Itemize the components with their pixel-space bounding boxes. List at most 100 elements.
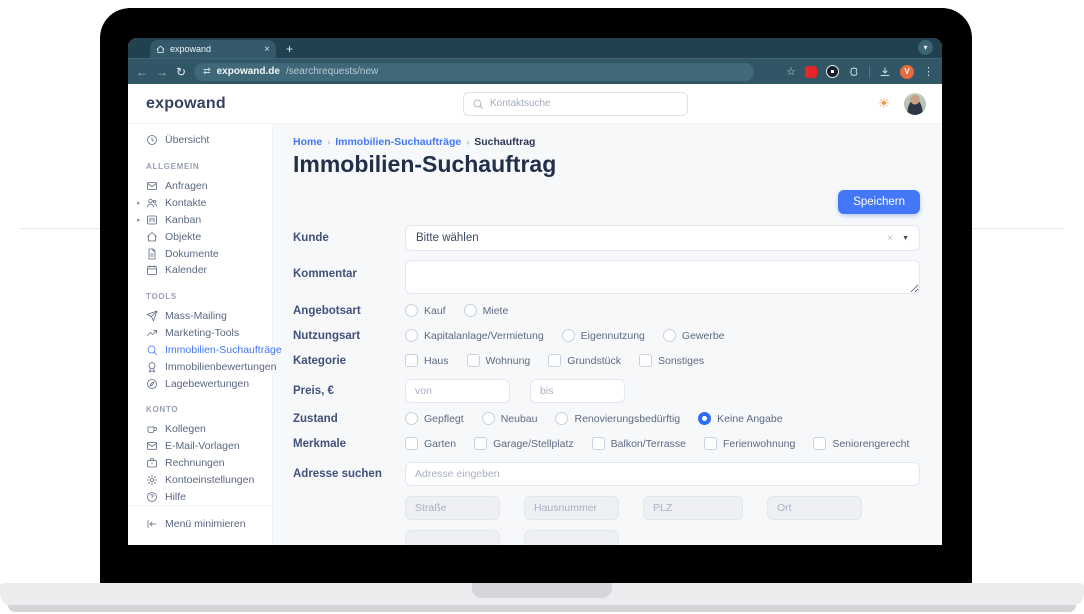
sidebar-item-uebersicht[interactable]: Übersicht (128, 132, 272, 149)
sidebar-item-kanban[interactable]: ▸ Kanban (128, 211, 272, 228)
radio-icon[interactable] (555, 412, 569, 425)
radio-option-kapitalanlage[interactable]: Kapitalanlage/Vermietung (405, 329, 544, 342)
sidebar-item-email-vorlagen[interactable]: E-Mail-Vorlagen (128, 438, 272, 455)
checkbox-option-wohnung[interactable]: Wohnung (466, 354, 530, 367)
save-button[interactable]: Speichern (838, 190, 920, 214)
collapse-left-icon (147, 520, 157, 528)
expowand-logo[interactable]: expowand (146, 95, 226, 113)
theme-toggle-sun-icon[interactable]: ☀ (877, 95, 890, 112)
window-chevron-button[interactable]: ▾ (918, 40, 933, 55)
adresse-input[interactable] (405, 462, 920, 486)
radio-icon[interactable] (405, 329, 418, 342)
bookmark-star-icon[interactable]: ☆ (786, 65, 796, 78)
field-label: Preis, € (293, 385, 334, 397)
tracking-protection-icon[interactable]: ⇄ (203, 66, 211, 77)
radio-option-renovierungsbeduerftig[interactable]: Renovierungsbedürftig (555, 412, 680, 425)
breadcrumb-separator: › (466, 137, 470, 147)
sidebar-item-marketing-tools[interactable]: Marketing-Tools (128, 325, 272, 342)
sidebar-item-kollegen[interactable]: Kollegen (128, 421, 272, 438)
checkbox-option-seniorengerecht[interactable]: Seniorengerecht (813, 437, 909, 450)
tab-close-icon[interactable]: × (264, 44, 270, 55)
radio-option-neubau[interactable]: Neubau (481, 412, 537, 425)
collapse-menu-button[interactable]: Menü minimieren (128, 515, 272, 533)
sidebar-item-kalender[interactable]: Kalender (128, 262, 272, 279)
sidebar-item-objekte[interactable]: Objekte (128, 228, 272, 245)
url-bar[interactable]: ⇄ expowand.de/searchrequests/new (194, 62, 755, 81)
preis-bis-input[interactable] (530, 379, 625, 403)
search-request-form: Kunde Bitte wählen × ▼ Kommentar Angebot… (293, 225, 920, 545)
radio-option-miete[interactable]: Miete (463, 304, 508, 317)
radio-icon[interactable] (662, 329, 676, 342)
radio-icon[interactable] (561, 329, 575, 342)
sidebar-item-rechnungen[interactable]: Rechnungen (128, 455, 272, 472)
forward-button[interactable]: → (156, 66, 168, 78)
checkbox-icon[interactable] (638, 354, 652, 367)
breadcrumb-parent-link[interactable]: Immobilien-Suchaufträge (335, 136, 461, 148)
chevron-down-icon[interactable]: ▼ (902, 235, 909, 242)
checkbox-option-balkon[interactable]: Balkon/Terrasse (591, 437, 686, 450)
extensions-puzzle-icon[interactable] (848, 66, 860, 78)
radio-icon[interactable] (405, 304, 418, 317)
browser-tab[interactable]: expowand × (150, 40, 276, 58)
contact-search[interactable] (463, 91, 688, 116)
sidebar-item-immobilien-suchauftraege[interactable]: Immobilien-Suchaufträge (128, 341, 282, 358)
expand-caret-icon[interactable]: ▸ (137, 199, 141, 207)
radio-option-keine-angabe[interactable]: Keine Angabe (698, 412, 783, 425)
pdf-extension-icon[interactable] (805, 65, 817, 78)
checkbox-icon[interactable] (466, 354, 480, 367)
checkbox-option-haus[interactable]: Haus (405, 354, 449, 367)
browser-menu-icon[interactable]: ⋮ (923, 65, 934, 78)
radio-option-eigennutzung[interactable]: Eigennutzung (561, 329, 645, 342)
checkbox-option-garten[interactable]: Garten (405, 437, 456, 450)
checkbox-icon[interactable] (703, 437, 717, 450)
browser-profile-avatar[interactable]: V (900, 64, 914, 79)
sidebar-footer: Menü minimieren (128, 505, 272, 545)
breadcrumb-home-link[interactable]: Home (293, 136, 322, 148)
sidebar-item-immobilienbewertungen[interactable]: Immobilienbewertungen (128, 358, 276, 375)
radio-icon[interactable] (481, 412, 495, 425)
kunde-select[interactable]: Bitte wählen × ▼ (405, 225, 920, 251)
sidebar-item-lagebewertungen[interactable]: Lagebewertungen (128, 375, 272, 392)
back-button[interactable]: ← (136, 66, 148, 78)
user-avatar[interactable] (904, 92, 926, 115)
radio-option-gepflegt[interactable]: Gepflegt (405, 412, 464, 425)
kanban-board-icon (147, 215, 157, 225)
sidebar-item-hilfe[interactable]: Hilfe (128, 488, 272, 505)
checkbox-icon[interactable] (591, 437, 605, 450)
sidebar-item-label: Objekte (165, 230, 202, 243)
contact-search-input[interactable] (490, 98, 679, 109)
clear-icon[interactable]: × (887, 233, 893, 244)
calendar-icon (147, 265, 157, 276)
form-row-adresse: Adresse suchen (293, 462, 920, 486)
radio-checked-icon[interactable] (698, 412, 712, 425)
reload-button[interactable]: ↻ (176, 66, 186, 78)
sidebar-item-mass-mailing[interactable]: Mass-Mailing (128, 308, 272, 325)
checkbox-option-ferienwohnung[interactable]: Ferienwohnung (703, 437, 795, 450)
checkbox-option-garage[interactable]: Garage/Stellplatz (474, 437, 574, 450)
radio-option-gewerbe[interactable]: Gewerbe (662, 329, 725, 342)
checkbox-icon[interactable] (548, 354, 562, 367)
sidebar: Übersicht ALLGEMEIN Anfragen ▸ Kontakte … (128, 124, 282, 545)
preis-von-input[interactable] (405, 379, 510, 403)
radio-icon[interactable] (405, 412, 418, 425)
checkbox-icon[interactable] (813, 437, 827, 450)
new-tab-button[interactable]: + (286, 42, 293, 58)
radio-icon[interactable] (463, 304, 477, 317)
sidebar-item-kontoeinstellungen[interactable]: Kontoeinstellungen (128, 471, 272, 488)
kommentar-textarea[interactable] (405, 260, 920, 294)
sidebar-item-anfragen[interactable]: Anfragen (128, 178, 272, 195)
password-extension-icon[interactable] (826, 65, 839, 78)
mail-icon (147, 442, 157, 451)
header-right: ☀ (877, 92, 926, 115)
checkbox-icon[interactable] (405, 354, 418, 367)
sidebar-item-kontakte[interactable]: ▸ Kontakte (128, 195, 272, 212)
downloads-icon[interactable] (879, 66, 891, 78)
option-label: Keine Angabe (717, 412, 783, 425)
checkbox-icon[interactable] (405, 437, 418, 450)
checkbox-option-grundstueck[interactable]: Grundstück (548, 354, 621, 367)
radio-option-kauf[interactable]: Kauf (405, 304, 446, 317)
sidebar-item-dokumente[interactable]: Dokumente (128, 245, 272, 262)
expand-caret-icon[interactable]: ▸ (137, 216, 141, 224)
checkbox-icon[interactable] (474, 437, 488, 450)
checkbox-option-sonstiges[interactable]: Sonstiges (638, 354, 704, 367)
